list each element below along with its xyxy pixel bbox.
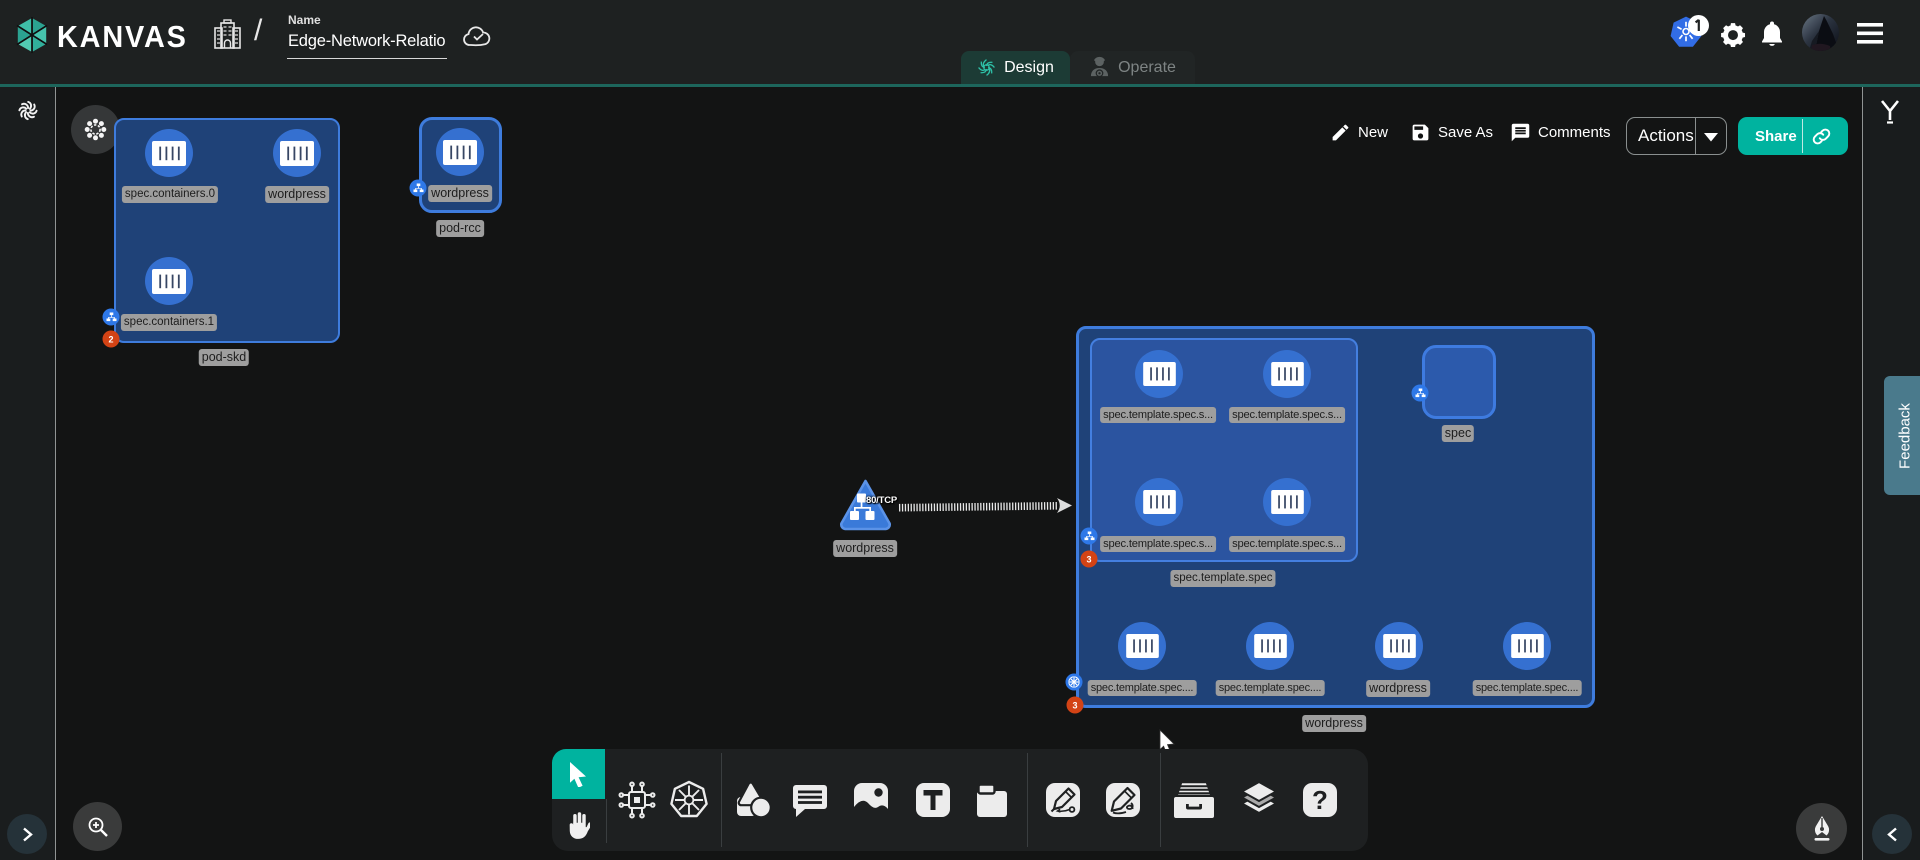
svg-text:?: ? bbox=[1312, 785, 1328, 815]
